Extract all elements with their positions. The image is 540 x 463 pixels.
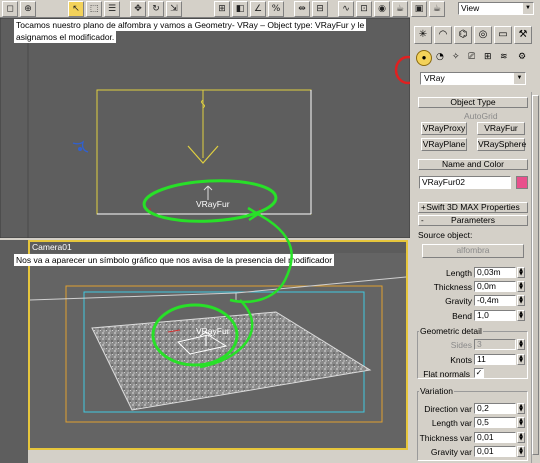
vraysphere-button[interactable]: VRaySphere bbox=[477, 138, 526, 151]
swift-properties-rollout[interactable]: Swift 3D MAX Properties + bbox=[418, 202, 528, 213]
knots-spinner[interactable]: ▲ ▼ bbox=[517, 354, 525, 365]
sides-field[interactable]: 3 bbox=[474, 339, 516, 350]
direction-var-label: Direction var bbox=[424, 404, 472, 414]
name-and-color-title: Name and Color bbox=[442, 159, 504, 169]
helpers-icon[interactable]: ⊞ bbox=[484, 52, 492, 62]
hierarchy-tab-icon[interactable]: ⌬ bbox=[454, 26, 472, 44]
shapes-icon[interactable]: ◔ bbox=[436, 52, 444, 62]
length-var-field[interactable]: 0,5 bbox=[474, 417, 516, 428]
utilities-tab-icon[interactable]: ⚒ bbox=[514, 26, 532, 44]
lights-icon[interactable]: ✧ bbox=[452, 52, 460, 62]
spacewarps-icon[interactable]: ≋ bbox=[500, 52, 508, 62]
gravity-var-field[interactable]: 0,01 bbox=[474, 446, 516, 457]
direction-var-field[interactable]: 0,2 bbox=[474, 403, 516, 414]
plus-icon: + bbox=[421, 203, 426, 212]
vrayplane-button[interactable]: VRayPlane bbox=[421, 138, 467, 151]
name-and-color-rollout[interactable]: Name and Color bbox=[418, 159, 528, 170]
vrayproxy-button[interactable]: VRayProxy bbox=[421, 122, 467, 135]
create-tab-icon[interactable]: ✳ bbox=[414, 26, 432, 44]
length-spinner[interactable]: ▲ ▼ bbox=[517, 267, 525, 278]
geometry-icon[interactable]: ● bbox=[416, 50, 432, 66]
motion-tab-icon[interactable]: ◎ bbox=[474, 26, 492, 44]
knots-field[interactable]: 11 bbox=[474, 354, 516, 365]
length-field[interactable]: 0,03m bbox=[474, 267, 516, 278]
modify-tab-icon[interactable]: ◠ bbox=[434, 26, 452, 44]
source-object-button[interactable]: alfombra bbox=[422, 244, 524, 258]
length-var-label: Length var bbox=[431, 418, 472, 428]
sides-label: Sides bbox=[450, 340, 472, 350]
bend-spinner[interactable]: ▲ ▼ bbox=[517, 310, 525, 321]
systems-icon[interactable]: ⚙ bbox=[518, 52, 526, 62]
thickness-field[interactable]: 0,0m bbox=[474, 281, 516, 292]
green-circle-top bbox=[142, 179, 278, 223]
bend-label: Bend bbox=[452, 311, 472, 321]
thickness-spinner[interactable]: ▲ ▼ bbox=[517, 281, 525, 292]
create-subtabs: ● ◔ ✧ ⎚ ⊞ ≋ ⚙ bbox=[412, 48, 538, 68]
gravity-field[interactable]: -0,4m bbox=[474, 295, 516, 306]
object-type-title: Object Type bbox=[450, 97, 496, 107]
object-color-swatch[interactable] bbox=[516, 176, 528, 189]
autogrid-checkbox[interactable]: AutoGrid bbox=[464, 111, 498, 121]
flat-normals-checkbox[interactable]: ✓ bbox=[474, 368, 484, 378]
object-name-field[interactable]: VRayFur02 bbox=[419, 176, 511, 189]
gravity-var-spinner[interactable]: ▲ ▼ bbox=[517, 446, 525, 457]
parameters-rollout[interactable]: Parameters - bbox=[418, 215, 528, 226]
command-tabs: ✳ ◠ ⌬ ◎ ▭ ⚒ bbox=[411, 26, 539, 46]
gravity-var-label: Gravity var bbox=[430, 447, 472, 457]
minus-icon: - bbox=[421, 216, 424, 225]
thickness-var-field[interactable]: 0,01 bbox=[474, 432, 516, 443]
direction-var-spinner[interactable]: ▲ ▼ bbox=[517, 403, 525, 414]
swift-properties-title: Swift 3D MAX Properties bbox=[426, 202, 520, 212]
bend-field[interactable]: 1,0 bbox=[474, 310, 516, 321]
length-var-spinner[interactable]: ▲ ▼ bbox=[517, 417, 525, 428]
display-tab-icon[interactable]: ▭ bbox=[494, 26, 512, 44]
thickness-var-label: Thickness var bbox=[419, 433, 472, 443]
geometric-detail-title: Geometric detail bbox=[419, 326, 483, 336]
cameras-icon[interactable]: ⎚ bbox=[468, 52, 475, 62]
variation-title: Variation bbox=[419, 386, 454, 396]
category-dropdown-value: VRay bbox=[424, 73, 445, 83]
vrayfur-button[interactable]: VRayFur bbox=[477, 122, 525, 135]
green-circle-bottom bbox=[151, 303, 239, 367]
flat-normals-label: Flat normals bbox=[423, 369, 470, 379]
thickness-var-spinner[interactable]: ▲ ▼ bbox=[517, 432, 525, 443]
panel-scroll-thumb[interactable] bbox=[532, 95, 539, 455]
category-dropdown[interactable]: VRay ▼ bbox=[420, 72, 526, 85]
object-type-rollout[interactable]: Object Type bbox=[418, 97, 528, 108]
gravity-label: Gravity bbox=[445, 296, 472, 306]
length-label: Length bbox=[446, 268, 472, 278]
thickness-label: Thickness bbox=[433, 282, 472, 292]
source-object-label: Source object: bbox=[418, 230, 473, 240]
knots-label: Knots bbox=[450, 355, 472, 365]
gravity-spinner[interactable]: ▲ ▼ bbox=[517, 295, 525, 306]
parameters-title: Parameters bbox=[451, 215, 495, 225]
chevron-down-icon: ▼ bbox=[514, 73, 525, 84]
sides-spinner[interactable]: ▲ ▼ bbox=[517, 339, 525, 350]
green-arrow-curve bbox=[229, 210, 293, 304]
